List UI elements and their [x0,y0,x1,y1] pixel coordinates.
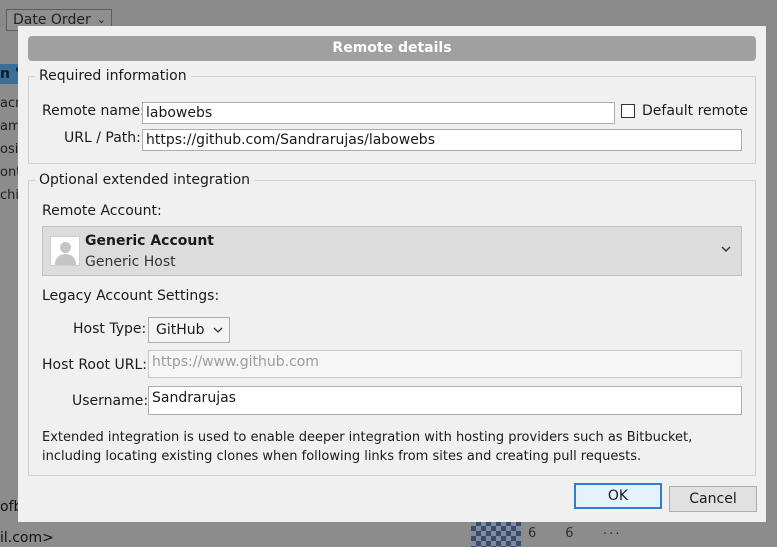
required-information-legend: Required information [39,68,187,84]
optional-integration-legend: Optional extended integration [39,172,251,188]
host-type-value: GitHub [156,322,205,338]
background-counts: 6 6 [528,526,574,541]
chevron-down-icon [721,246,731,252]
host-root-url-input[interactable]: https://www.github.com [148,350,742,378]
remote-account-dropdown[interactable]: Generic Account Generic Host [42,226,742,276]
chevron-down-icon [213,327,223,333]
background-count: 6 [528,526,537,541]
background-bottom-panel: ofb: il.com> 6 6 ··· [0,499,777,547]
background-toolbar: Date Order ⌄ [0,0,777,31]
ok-button[interactable]: OK [574,483,662,509]
background-avatar [471,521,521,547]
background-scroll-area [766,26,777,523]
url-path-input[interactable]: https://github.com/Sandrarujas/labowebs [142,129,742,151]
host-type-label: Host Type: [73,321,147,337]
url-path-label: URL / Path: [64,130,141,146]
cancel-button[interactable]: Cancel [669,486,757,512]
remote-details-dialog: Remote details Required information Remo… [18,26,766,522]
account-host: Generic Host [85,254,176,270]
remote-account-label: Remote Account: [42,203,162,219]
background-email: il.com> [0,530,54,546]
account-avatar [50,236,80,266]
legacy-settings-label: Legacy Account Settings: [42,288,220,304]
account-name: Generic Account [85,233,215,249]
host-type-select[interactable]: GitHub [148,317,230,343]
dialog-title: Remote details [28,36,756,61]
default-remote-checkbox[interactable] [621,104,635,118]
host-root-url-label: Host Root URL: [42,357,147,373]
background-count: 6 [565,526,574,541]
default-remote-label[interactable]: Default remote [642,103,748,119]
remote-name-label: Remote name: [42,103,145,119]
remote-name-input[interactable]: labowebs [142,102,615,124]
username-label: Username: [72,393,149,409]
integration-note: Extended integration is used to enable d… [42,430,693,464]
background-ellipsis: ··· [603,527,622,542]
username-input[interactable]: Sandrarujas [148,386,742,415]
